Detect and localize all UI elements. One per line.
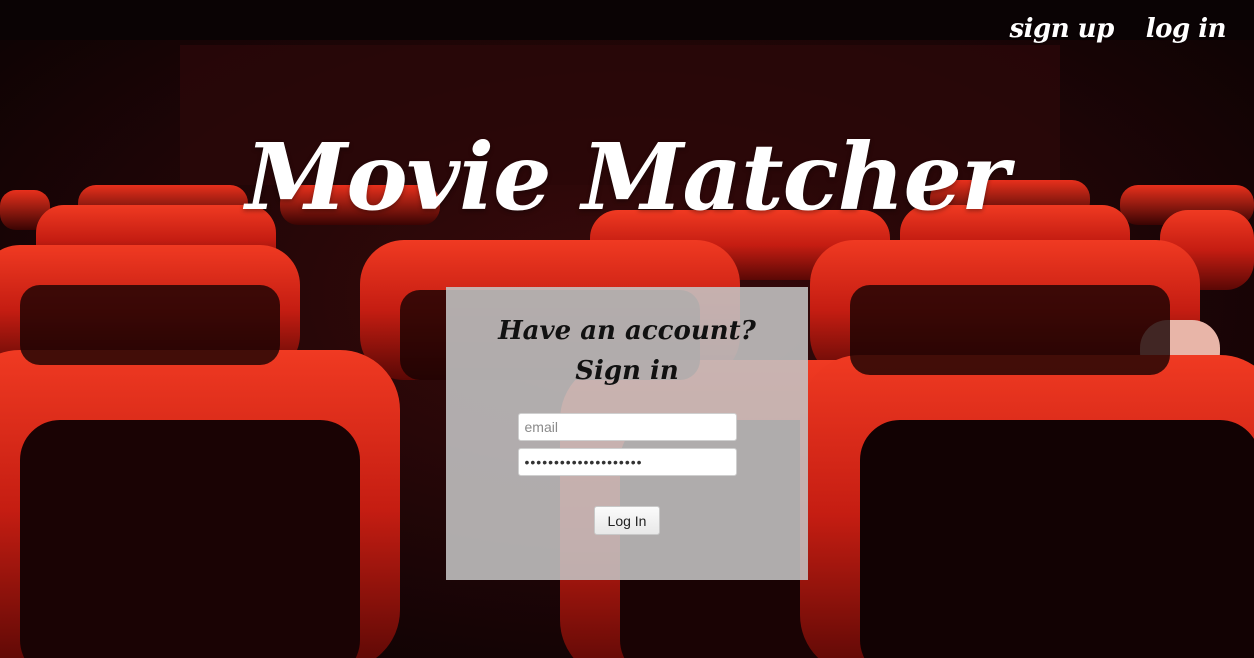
- login-panel: Have an account? Sign in Log In: [446, 287, 808, 580]
- login-button[interactable]: Log In: [593, 506, 661, 535]
- login-heading-line2: Sign in: [575, 356, 679, 386]
- email-input[interactable]: [517, 413, 737, 441]
- login-heading-line1: Have an account?: [498, 316, 756, 346]
- login-link[interactable]: log in: [1146, 14, 1227, 44]
- top-nav: sign up log in: [1010, 14, 1227, 44]
- password-input[interactable]: [517, 448, 737, 476]
- signup-link[interactable]: sign up: [1010, 14, 1115, 44]
- site-title: Movie Matcher: [245, 123, 1009, 231]
- login-heading: Have an account? Sign in: [446, 287, 808, 391]
